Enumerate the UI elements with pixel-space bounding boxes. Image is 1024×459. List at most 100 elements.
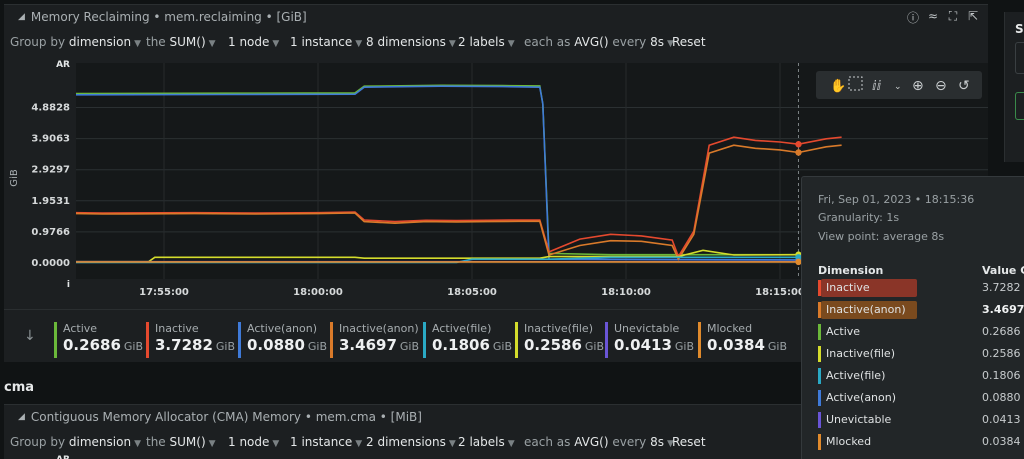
legend-item[interactable]: Inactive(file) 0.2586 GiB <box>515 322 604 358</box>
tooltip-row: Inactive 3.7282 <box>818 279 1024 297</box>
legend-value-number: 0.0384 <box>707 336 765 354</box>
tooltip-row-swatch <box>818 302 821 318</box>
zoom-in-icon[interactable]: ⊕ <box>912 78 924 94</box>
chart-type-icon[interactable]: ≈ <box>926 9 940 26</box>
tooltip-row-name: Inactive <box>826 281 870 294</box>
highlight-dropdown-icon[interactable]: ⌄ <box>894 82 902 92</box>
y-tick-label: 3.9063 <box>31 134 70 145</box>
legend-item[interactable]: Active 0.2686 GiB <box>54 322 143 358</box>
tooltip-row-value: 0.2586 <box>982 347 1021 360</box>
dimensions-dropdown[interactable]: 8 dimensions ▼ <box>366 35 456 49</box>
tooltip-view-point: View point: average 8s <box>818 230 945 243</box>
pan-icon[interactable]: ✋ <box>830 78 846 94</box>
tooltip-row-swatch <box>818 434 821 450</box>
tooltip-row-swatch <box>818 368 821 384</box>
x-tick-label: 18:10:00 <box>601 287 651 298</box>
legend-item-value: 0.2586 GiB <box>524 336 604 354</box>
tooltip-row-value: 3.4697 <box>982 303 1024 316</box>
cma-pin-icon[interactable]: ◢ <box>18 412 25 422</box>
legend-item-name: Inactive(file) <box>524 322 593 335</box>
y-tick-label: 1.9531 <box>31 196 70 207</box>
cma-aggregation-dropdown[interactable]: the SUM() ▼ <box>146 435 216 449</box>
tooltip-row-swatch <box>818 280 821 296</box>
tooltip-granularity: Granularity: 1s <box>818 211 900 224</box>
legend-item-name: Unevictable <box>614 322 680 335</box>
legend-item-value: 0.0384 GiB <box>707 336 787 354</box>
legend-item-name: Active <box>63 322 98 335</box>
tooltip-row-name: Inactive(file) <box>826 347 895 360</box>
legend-item-name: Mlocked <box>707 322 753 335</box>
tooltip-row: Active 0.2686 <box>818 323 1024 341</box>
tooltip-row-value: 0.0880 <box>982 391 1021 404</box>
export-icon[interactable]: ⇱ <box>966 9 980 26</box>
reset-button[interactable]: Reset <box>672 35 706 49</box>
nodes-dropdown[interactable]: 1 node ▼ <box>228 35 279 49</box>
side-panel-input[interactable] <box>1015 42 1024 74</box>
sort-down-icon[interactable]: ↓ <box>24 328 36 344</box>
legend-value-unit: GiB <box>767 340 788 353</box>
reset-zoom-icon[interactable]: ↺ <box>958 78 970 94</box>
cursor-point <box>795 149 802 156</box>
cma-panel-title: Contiguous Memory Allocator (CMA) Memory… <box>30 410 422 424</box>
tooltip-row-value: 0.2686 <box>982 325 1021 338</box>
side-panel-button[interactable] <box>1015 92 1024 120</box>
legend-value-unit: GiB <box>674 340 695 353</box>
panel-title-bar: ◢ Memory Reclaiming • mem.reclaiming • [… <box>4 5 988 29</box>
aggregation-dropdown[interactable]: the SUM() ▼ <box>146 35 216 49</box>
tooltip-row-name: Mlocked <box>826 435 872 448</box>
section-title-cma: cma <box>4 380 35 395</box>
cma-time-aggregation-dropdown[interactable]: each as AVG() every 8s ▼ <box>524 435 674 449</box>
cma-nodes-dropdown[interactable]: 1 node ▼ <box>228 435 279 449</box>
legend-item[interactable]: Inactive 3.7282 GiB <box>146 322 235 358</box>
legend-item-name: Active(file) <box>432 322 492 335</box>
panel-toolbar: ⓘ ≈ ⛶ ⇱ <box>906 9 980 26</box>
tooltip-row-value: 0.1806 <box>982 369 1021 382</box>
legend-value-number: 3.7282 <box>155 336 213 354</box>
cma-group-by-dropdown[interactable]: Group by dimension ▼ <box>10 435 141 449</box>
legend-item-value: 0.1806 GiB <box>432 336 512 354</box>
tooltip-row-swatch <box>818 412 821 428</box>
legend-item-name: Inactive <box>155 322 199 335</box>
tooltip-row: Active(file) 0.1806 <box>818 367 1024 385</box>
legend-value-number: 0.1806 <box>432 336 490 354</box>
legend-value-number: 0.0413 <box>614 336 672 354</box>
x-tick-label: 18:05:00 <box>447 287 497 298</box>
tooltip-datetime: Fri, Sep 01, 2023 • 18:15:36 <box>818 193 975 206</box>
legend-value-unit: GiB <box>215 340 236 353</box>
x-tick-label: 18:15:00 <box>755 287 805 298</box>
chart-tooltip: Fri, Sep 01, 2023 • 18:15:36 Granularity… <box>801 176 1024 459</box>
labels-dropdown[interactable]: 2 labels ▼ <box>458 35 515 49</box>
legend-item[interactable]: Inactive(anon) 3.4697 GiB <box>330 322 419 358</box>
legend-item[interactable]: Mlocked 0.0384 GiB <box>698 322 787 358</box>
instances-dropdown[interactable]: 1 instance ▼ <box>290 35 362 49</box>
y-axis-label: GiB <box>9 169 20 187</box>
legend-item-name: Inactive(anon) <box>339 322 419 335</box>
tooltip-dimension-header: Dimension <box>818 264 884 277</box>
y-tick-label: 0.0000 <box>31 258 70 269</box>
legend-value-unit: GiB <box>123 340 144 353</box>
tooltip-row-swatch <box>818 346 821 362</box>
info-icon[interactable]: ⓘ <box>906 9 920 26</box>
legend-item[interactable]: Unevictable 0.0413 GiB <box>605 322 694 358</box>
group-by-dropdown[interactable]: Group by dimension ▼ <box>10 35 141 49</box>
group-by-bar: Group by dimension ▼ the SUM() ▼ 1 node ▼ 1… <box>4 31 988 53</box>
fullscreen-icon[interactable]: ⛶ <box>946 9 960 26</box>
highlight-icon[interactable]: ⅈⅈ <box>872 79 882 94</box>
cma-instances-dropdown[interactable]: 1 instance ▼ <box>290 435 362 449</box>
tooltip-value-header: Value GiB <box>982 264 1024 277</box>
tooltip-row: Inactive(file) 0.2586 <box>818 345 1024 363</box>
legend-item[interactable]: Active(anon) 0.0880 GiB <box>238 322 327 358</box>
legend-value-unit: GiB <box>307 340 328 353</box>
cma-reset-button[interactable]: Reset <box>672 435 706 449</box>
x-tick-label: 17:55:00 <box>139 287 189 298</box>
cursor-point <box>795 141 802 148</box>
zoom-out-icon[interactable]: ⊖ <box>935 78 947 94</box>
cma-dimensions-dropdown[interactable]: 2 dimensions ▼ <box>366 435 456 449</box>
legend-value-number: 3.4697 <box>339 336 397 354</box>
cma-labels-dropdown[interactable]: 2 labels ▼ <box>458 435 515 449</box>
pin-icon[interactable]: ◢ <box>18 12 25 22</box>
time-aggregation-dropdown[interactable]: each as AVG() every 8s ▼ <box>524 35 674 49</box>
legend-item[interactable]: Active(file) 0.1806 GiB <box>423 322 512 358</box>
legend-item-value: 3.7282 GiB <box>155 336 235 354</box>
tooltip-row-name: Inactive(anon) <box>826 303 906 316</box>
